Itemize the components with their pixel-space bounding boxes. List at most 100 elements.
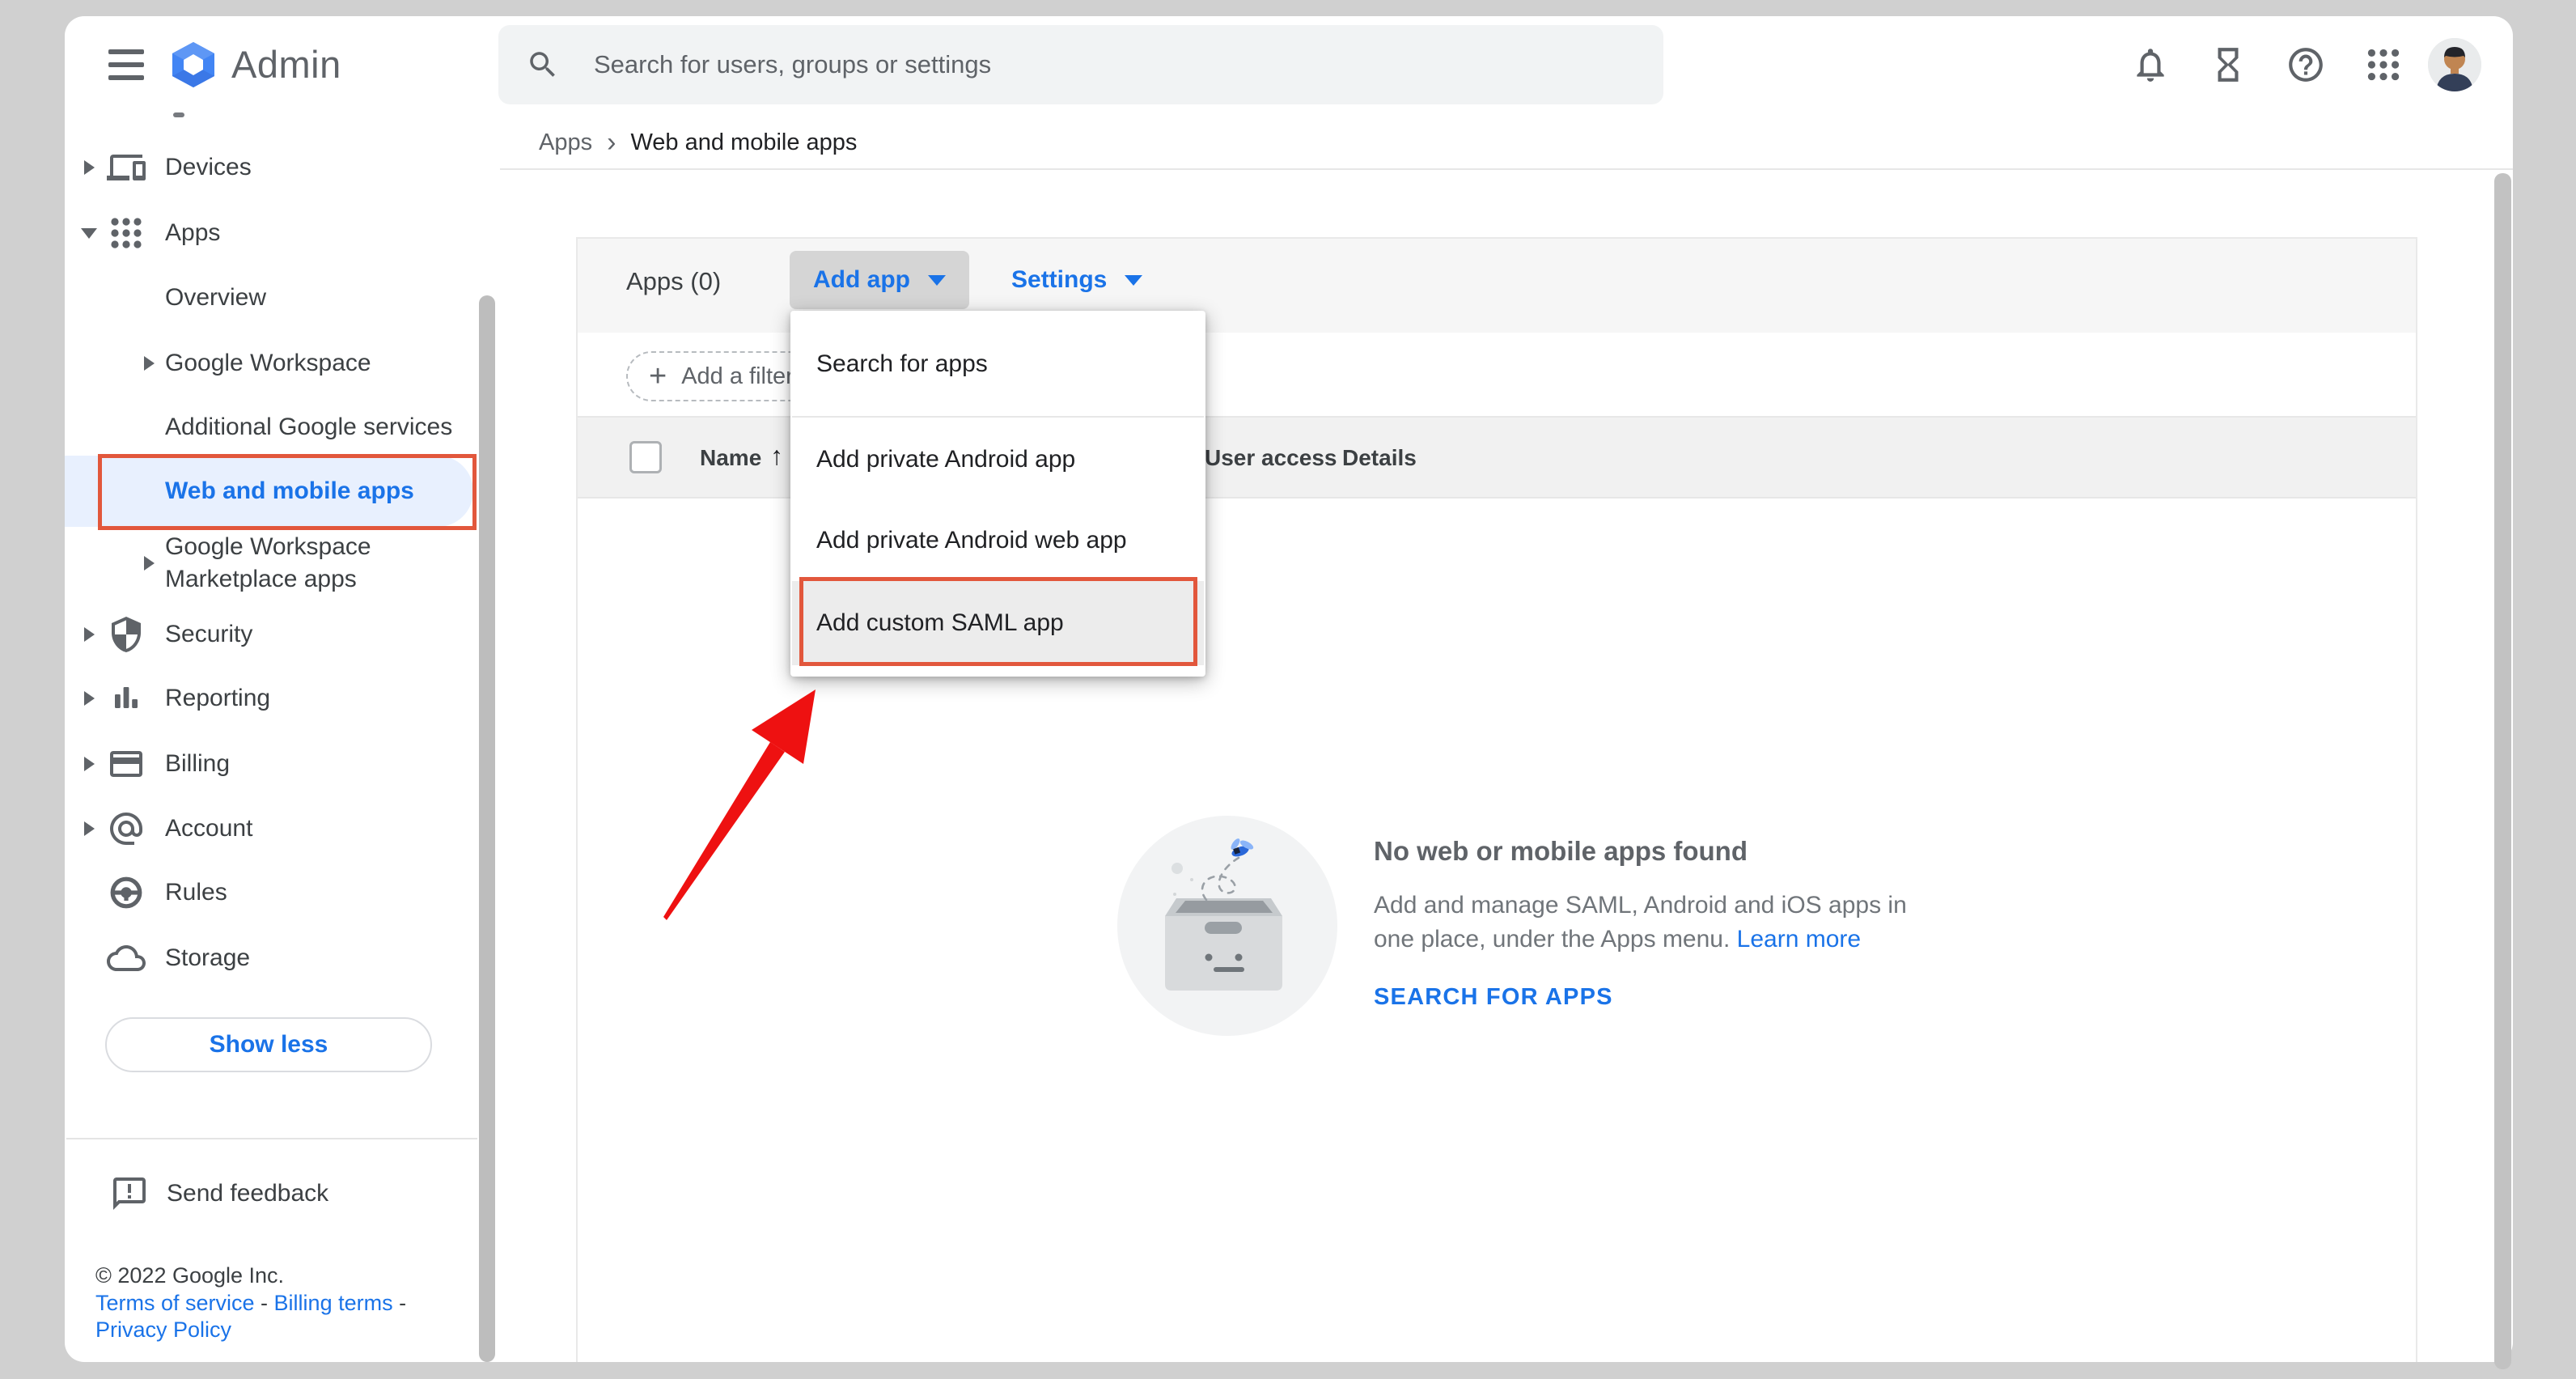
- collapse-caret-icon[interactable]: [81, 228, 97, 239]
- menu-hamburger-icon[interactable]: [108, 49, 144, 80]
- column-header-user-access[interactable]: User access: [1205, 445, 1337, 471]
- empty-body-line2: one place, under the Apps menu.: [1374, 926, 1730, 953]
- reporting-barchart-icon: [107, 679, 146, 718]
- sidebar-item-label: Additional Google services: [165, 411, 452, 443]
- sort-ascending-icon[interactable]: ↑: [770, 441, 783, 471]
- expand-caret-icon[interactable]: [84, 821, 95, 836]
- sidebar-item-reporting[interactable]: Reporting: [65, 666, 473, 731]
- sidebar-item-label: Reporting: [165, 682, 270, 715]
- column-header-details[interactable]: Details: [1342, 445, 1417, 471]
- add-filter-label: Add a filter: [681, 363, 794, 390]
- empty-state-body: Add and manage SAML, Android and iOS app…: [1374, 889, 2183, 957]
- admin-logo-icon: [168, 40, 218, 90]
- link-separator: -: [255, 1291, 274, 1315]
- menu-item-add-private-android-web-app[interactable]: Add private Android web app: [792, 500, 1204, 581]
- sidebar-item-label: Account: [165, 813, 252, 845]
- expand-caret-icon[interactable]: [84, 757, 95, 771]
- send-feedback-button[interactable]: Send feedback: [110, 1172, 328, 1216]
- sidebar-item-storage[interactable]: Storage: [65, 926, 473, 991]
- breadcrumb-apps-link[interactable]: Apps: [539, 129, 592, 156]
- app-launcher-grid-icon[interactable]: [2363, 45, 2404, 85]
- sidebar-item-label: Web and mobile apps: [165, 475, 414, 507]
- sidebar-item-marketplace-apps[interactable]: Google Workspace Marketplace apps: [65, 523, 473, 604]
- search-for-apps-link[interactable]: SEARCH FOR APPS: [1374, 984, 1613, 1011]
- sidebar-item-label: Storage: [165, 942, 250, 974]
- storage-cloud-icon: [107, 939, 146, 978]
- hourglass-tasks-icon[interactable]: [2208, 45, 2248, 85]
- admin-console-screenshot: Admin Apps › Web and mobile apps Devices…: [0, 0, 2576, 1379]
- empty-box-drawing: [1117, 816, 1337, 1036]
- global-search-bar[interactable]: [498, 25, 1663, 104]
- sidebar-item-devices[interactable]: Devices: [65, 135, 473, 200]
- menu-item-add-private-android-app[interactable]: Add private Android app: [792, 419, 1204, 500]
- expand-caret-icon[interactable]: [84, 627, 95, 642]
- expand-caret-icon[interactable]: [84, 691, 95, 706]
- sidebar-item-billing[interactable]: Billing: [65, 732, 473, 796]
- settings-button[interactable]: Settings: [997, 251, 1157, 309]
- footer-links: Terms of service - Billing terms - Priva…: [95, 1290, 484, 1343]
- sidebar-item-rules[interactable]: Rules: [65, 860, 473, 925]
- sidebar-item-security[interactable]: Security: [65, 602, 473, 667]
- apps-count-title: Apps (0): [626, 267, 721, 296]
- user-avatar[interactable]: [2428, 38, 2481, 91]
- account-at-icon: [107, 809, 146, 848]
- menu-item-search-for-apps[interactable]: Search for apps: [792, 312, 1204, 416]
- sidebar-item-label: Apps: [165, 217, 220, 249]
- security-shield-icon: [107, 615, 146, 654]
- empty-state-title: No web or mobile apps found: [1374, 836, 1748, 867]
- learn-more-link[interactable]: Learn more: [1737, 926, 1861, 953]
- feedback-icon: [110, 1174, 149, 1213]
- devices-icon: [107, 148, 146, 187]
- expand-caret-icon[interactable]: [144, 356, 155, 371]
- add-app-button[interactable]: Add app: [790, 251, 969, 309]
- breadcrumb-current-page: Web and mobile apps: [630, 129, 857, 156]
- search-input[interactable]: [592, 49, 1636, 80]
- search-icon: [526, 48, 560, 82]
- breadcrumb: Apps › Web and mobile apps: [539, 123, 857, 162]
- billing-terms-link[interactable]: Billing terms: [274, 1291, 393, 1315]
- send-feedback-label: Send feedback: [167, 1180, 328, 1207]
- sidebar-footer-divider: [66, 1138, 477, 1139]
- rules-wheel-icon: [107, 873, 146, 912]
- topbar-divider: [500, 168, 2513, 170]
- expand-caret-icon[interactable]: [144, 556, 155, 571]
- terms-of-service-link[interactable]: Terms of service: [95, 1291, 255, 1315]
- fly-icon: [1229, 837, 1254, 859]
- help-icon[interactable]: [2286, 45, 2326, 85]
- privacy-policy-link[interactable]: Privacy Policy: [95, 1317, 231, 1342]
- sidebar-item-account[interactable]: Account: [65, 796, 473, 861]
- sidebar-item-web-and-mobile-apps[interactable]: Web and mobile apps: [65, 459, 473, 524]
- page-scrollbar[interactable]: [2494, 173, 2511, 1369]
- sidebar-item-label: Rules: [165, 876, 227, 909]
- sidebar-item-label: Billing: [165, 748, 230, 780]
- menu-item-add-custom-saml-app[interactable]: Add custom SAML app: [792, 581, 1204, 665]
- sidebar-item-label: Security: [165, 618, 252, 651]
- plus-icon: +: [649, 361, 667, 392]
- sidebar-item-overview[interactable]: Overview: [65, 265, 473, 330]
- product-title: Admin: [231, 42, 341, 87]
- dropdown-arrow-icon: [928, 275, 946, 286]
- sidebar-item-label: Overview: [165, 282, 266, 314]
- notifications-bell-icon[interactable]: [2130, 45, 2171, 85]
- sidebar-scrollbar[interactable]: [479, 295, 495, 1362]
- trailing-dash: -: [393, 1291, 407, 1315]
- breadcrumb-separator: ›: [607, 129, 616, 156]
- select-all-checkbox[interactable]: [629, 441, 662, 473]
- scrolled-item-fragment: [173, 112, 184, 117]
- copyright-text: © 2022 Google Inc.: [95, 1262, 284, 1289]
- sidebar-item-apps[interactable]: Apps: [65, 201, 473, 265]
- billing-card-icon: [107, 745, 146, 783]
- empty-body-line1: Add and manage SAML, Android and iOS app…: [1374, 892, 1907, 919]
- sidebar-item-label: Devices: [165, 151, 252, 184]
- sidebar-item-additional-google-services[interactable]: Additional Google services: [65, 395, 473, 460]
- add-app-label: Add app: [813, 266, 910, 294]
- sidebar-item-label: Google Workspace Marketplace apps: [165, 531, 448, 596]
- expand-caret-icon[interactable]: [84, 160, 95, 175]
- column-header-name[interactable]: Name: [700, 445, 761, 471]
- sidebar-item-label: Google Workspace: [165, 347, 371, 380]
- avatar-photo: [2428, 38, 2481, 91]
- sidebar-item-google-workspace[interactable]: Google Workspace: [65, 331, 473, 396]
- menu-divider: [792, 416, 1204, 418]
- show-less-button[interactable]: Show less: [105, 1017, 432, 1072]
- empty-state-illustration: [1117, 816, 1337, 1036]
